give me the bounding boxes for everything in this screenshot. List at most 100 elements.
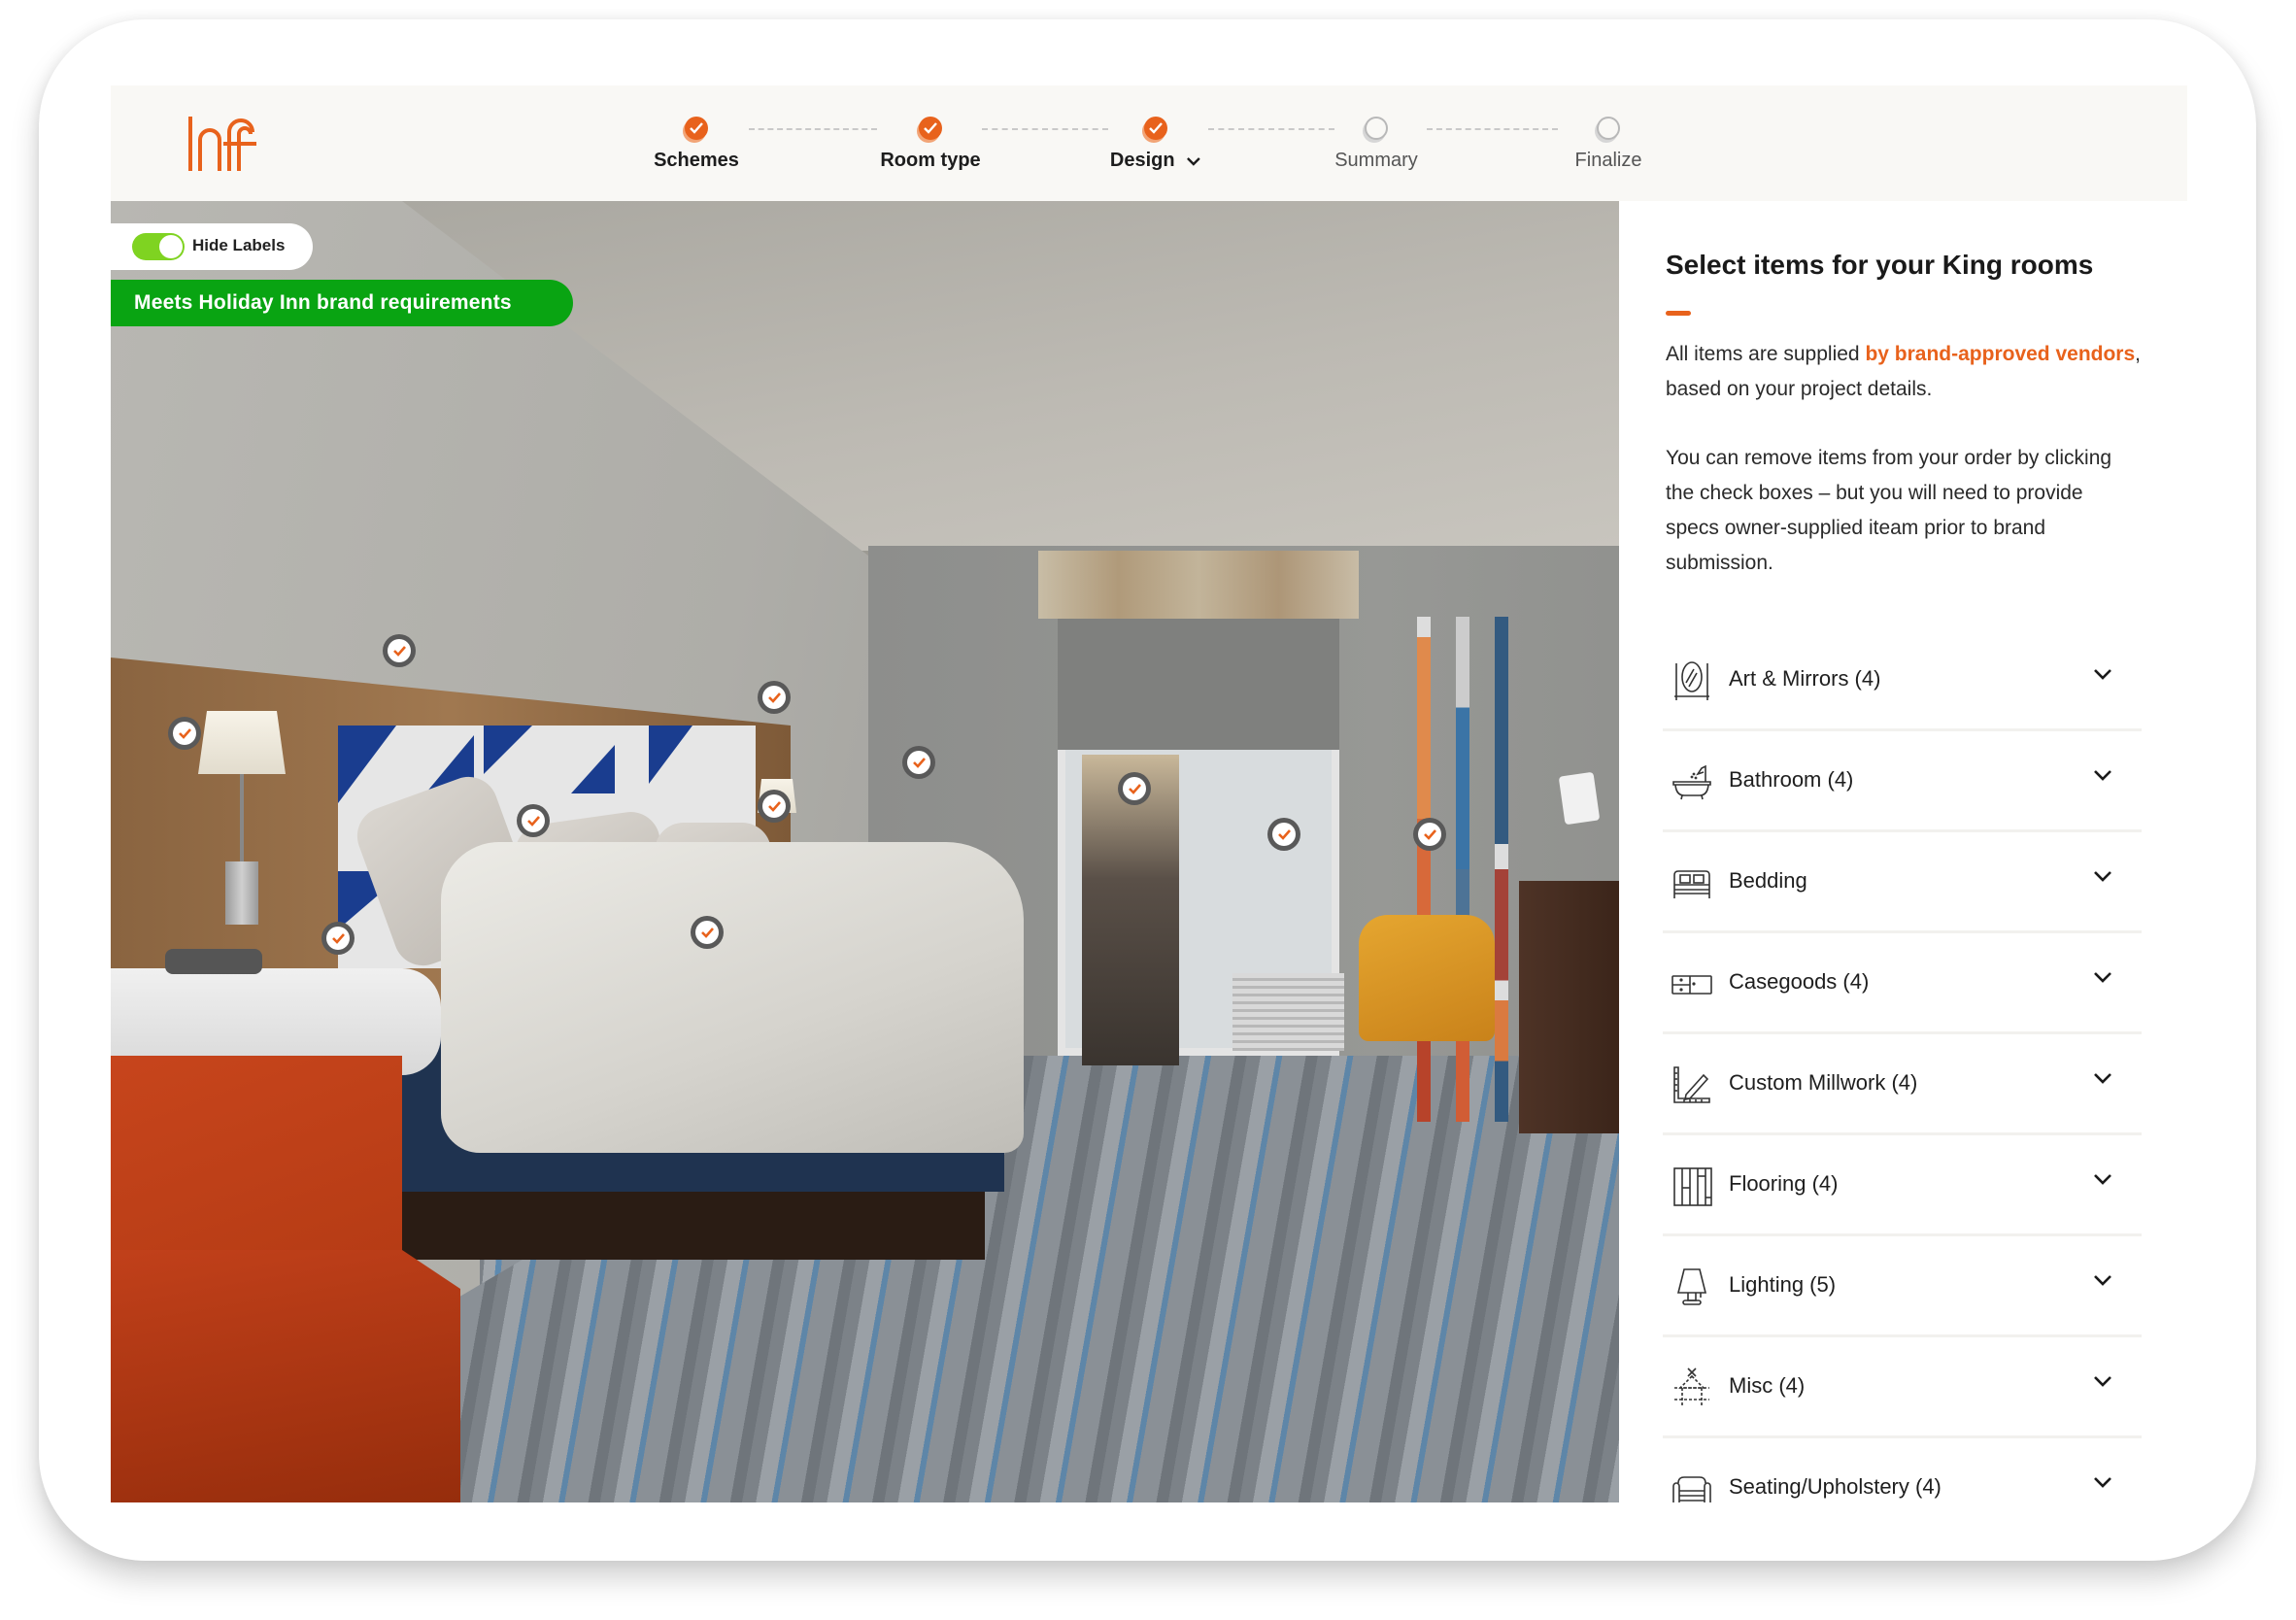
chevron-down-icon bbox=[2094, 1275, 2111, 1286]
panel-title: Select items for your King rooms bbox=[1666, 250, 2094, 280]
hide-labels-toggle-container: Hide Labels bbox=[111, 223, 313, 270]
roller-shade bbox=[1058, 619, 1339, 750]
category-label: Casegoods (4) bbox=[1729, 969, 1870, 994]
check-icon bbox=[768, 692, 781, 703]
mirror-icon bbox=[1674, 661, 1709, 700]
category-art-mirrors[interactable]: Art & Mirrors (4) bbox=[1663, 630, 2142, 731]
wall-art-strip bbox=[1456, 617, 1469, 1122]
category-lighting[interactable]: Lighting (5) bbox=[1663, 1236, 2142, 1337]
hide-labels-toggle[interactable] bbox=[132, 233, 185, 260]
step-room-type[interactable]: Room type bbox=[858, 85, 1003, 201]
dresser-icon bbox=[1671, 975, 1712, 995]
ruler-pencil-icon bbox=[1673, 1066, 1710, 1103]
chevron-down-icon bbox=[2094, 1477, 2111, 1488]
category-label: Lighting (5) bbox=[1729, 1272, 1837, 1297]
chevron-down-icon bbox=[2094, 1073, 2111, 1084]
title-accent-bar bbox=[1666, 311, 1691, 316]
category-misc[interactable]: Misc (4) bbox=[1663, 1337, 2142, 1438]
item-hotspot[interactable] bbox=[1267, 818, 1300, 851]
step-label: Summary bbox=[1334, 150, 1418, 171]
check-icon bbox=[332, 933, 345, 944]
toggle-knob bbox=[159, 235, 183, 258]
check-icon bbox=[527, 816, 540, 827]
step-incomplete-icon bbox=[1365, 117, 1388, 140]
phone bbox=[165, 949, 262, 974]
item-hotspot[interactable] bbox=[321, 922, 355, 955]
brand-approved-vendors-link[interactable]: by brand-approved vendors bbox=[1865, 343, 2135, 365]
category-label: Custom Millwork (4) bbox=[1729, 1070, 1918, 1095]
chevron-down-icon bbox=[2094, 770, 2111, 781]
step-label: Schemes bbox=[654, 150, 739, 171]
category-label: Misc (4) bbox=[1729, 1373, 1806, 1398]
step-finalize[interactable]: Finalize bbox=[1536, 85, 1681, 201]
category-label: Seating/Upholstery (4) bbox=[1729, 1474, 1941, 1499]
armchair-icon bbox=[1672, 1476, 1711, 1502]
window-valance bbox=[1038, 551, 1359, 619]
ac-unit bbox=[1232, 973, 1344, 1051]
sofa-seat bbox=[111, 1250, 460, 1502]
removal-note: You can remove items from your order by … bbox=[1666, 447, 2112, 574]
room-render[interactable] bbox=[111, 201, 1619, 1502]
category-label: Art & Mirrors (4) bbox=[1729, 666, 1881, 691]
item-hotspot[interactable] bbox=[758, 681, 791, 714]
item-hotspot[interactable] bbox=[691, 916, 724, 949]
check-icon bbox=[913, 758, 926, 768]
chevron-down-icon bbox=[2094, 669, 2111, 680]
step-complete-icon bbox=[685, 117, 708, 140]
step-incomplete-icon bbox=[1597, 117, 1620, 140]
duvet bbox=[441, 842, 1024, 1153]
chevron-down-icon[interactable] bbox=[1186, 156, 1201, 166]
item-hotspot[interactable] bbox=[383, 634, 416, 667]
item-hotspot[interactable] bbox=[902, 746, 935, 779]
category-label: Flooring (4) bbox=[1729, 1171, 1839, 1196]
lamp-icon bbox=[1676, 1268, 1707, 1305]
check-icon bbox=[1278, 829, 1291, 840]
step-label: Finalize bbox=[1574, 150, 1642, 171]
step-complete-icon bbox=[1144, 117, 1167, 140]
item-hotspot[interactable] bbox=[168, 717, 201, 750]
check-icon bbox=[393, 646, 406, 657]
wall-lamp-left bbox=[198, 711, 286, 774]
wall-art-strip bbox=[1417, 617, 1431, 1122]
brand-compliance-badge: Meets Holiday Inn brand requirements bbox=[111, 280, 573, 326]
category-label: Bedding bbox=[1729, 868, 1807, 893]
category-bedding[interactable]: Bedding bbox=[1663, 832, 2142, 933]
check-icon bbox=[179, 728, 191, 739]
check-icon bbox=[1129, 784, 1141, 794]
wall-art-strip bbox=[1495, 617, 1508, 1122]
app-header: Schemes Room type Design Summary Finaliz… bbox=[111, 85, 2187, 201]
step-design[interactable]: Design bbox=[1083, 85, 1229, 201]
category-bathroom[interactable]: Bathroom (4) bbox=[1663, 731, 2142, 832]
intro-text: All items are supplied bbox=[1666, 343, 1866, 365]
category-flooring[interactable]: Flooring (4) bbox=[1663, 1135, 2142, 1236]
hf-logo[interactable] bbox=[185, 115, 262, 173]
vendor-intro: All items are supplied by brand-approved… bbox=[1666, 337, 2151, 407]
chevron-down-icon bbox=[2094, 972, 2111, 983]
flooring-icon bbox=[1673, 1167, 1712, 1206]
step-label: Room type bbox=[880, 150, 981, 171]
item-hotspot[interactable] bbox=[758, 790, 791, 823]
category-casegoods[interactable]: Casegoods (4) bbox=[1663, 933, 2142, 1034]
check-icon bbox=[701, 928, 714, 938]
check-icon bbox=[1424, 829, 1436, 840]
item-selection-panel: Select items for your King rooms All ite… bbox=[1619, 201, 2187, 1502]
step-summary[interactable]: Summary bbox=[1303, 85, 1449, 201]
check-icon bbox=[768, 801, 781, 812]
desk bbox=[1519, 881, 1619, 1133]
item-hotspot[interactable] bbox=[517, 804, 550, 837]
lamp-arm bbox=[240, 774, 244, 861]
step-complete-icon bbox=[919, 117, 942, 140]
step-label: Design bbox=[1110, 150, 1201, 172]
item-hotspot[interactable] bbox=[1413, 818, 1446, 851]
chevron-down-icon bbox=[2094, 871, 2111, 882]
step-schemes[interactable]: Schemes bbox=[624, 85, 769, 201]
desk-chair bbox=[1359, 915, 1495, 1041]
hide-labels-label: Hide Labels bbox=[192, 236, 286, 254]
step-label-text: Design bbox=[1109, 150, 1175, 171]
bathtub-icon bbox=[1672, 764, 1711, 800]
category-seating-upholstery[interactable]: Seating/Upholstery (4) bbox=[1663, 1438, 2142, 1502]
category-custom-millwork[interactable]: Custom Millwork (4) bbox=[1663, 1034, 2142, 1135]
lamp-backplate bbox=[225, 861, 258, 925]
item-hotspot[interactable] bbox=[1118, 772, 1151, 805]
bed-icon bbox=[1673, 870, 1710, 898]
